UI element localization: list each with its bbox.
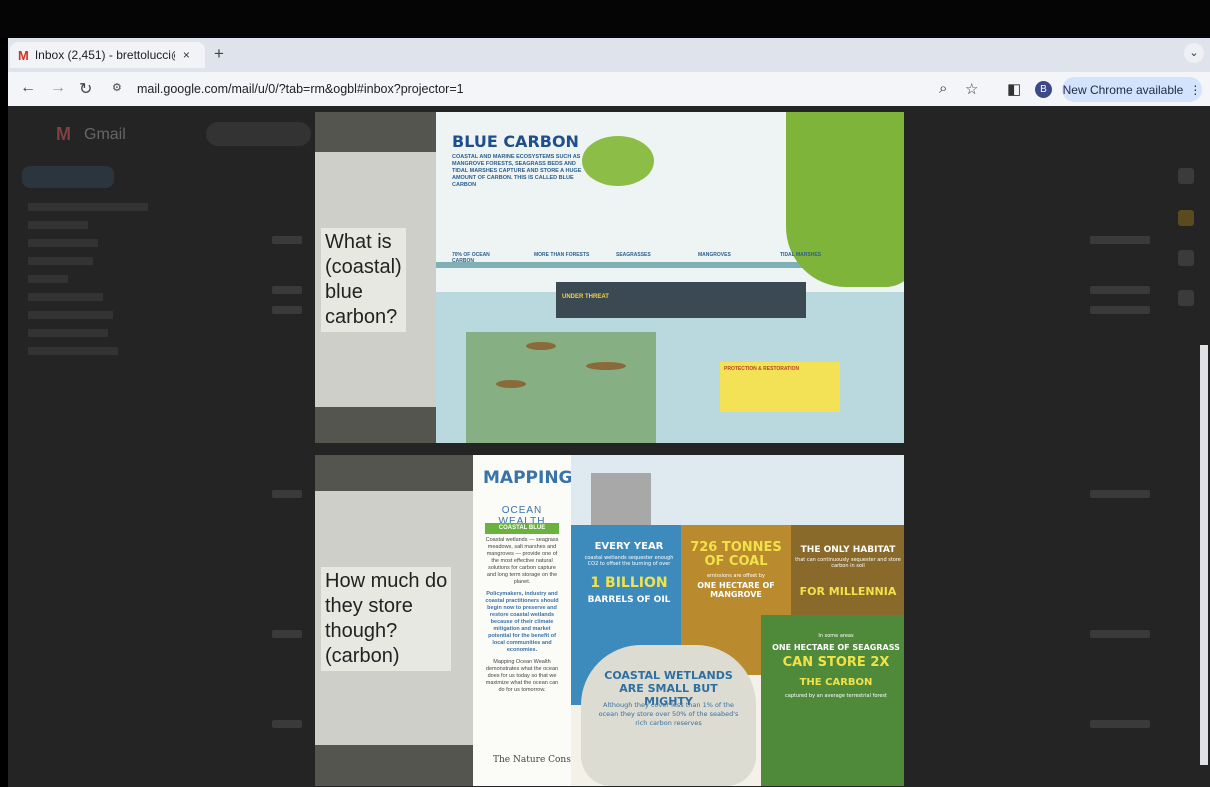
fact-seagrass: ONE HECTARE OF SEAGRASS [772, 643, 900, 652]
protection-panel: PROTECTION & RESTORATION [720, 362, 840, 412]
tab-search-button[interactable]: ⌄ [1184, 43, 1204, 63]
gmail-logo-icon: M [56, 124, 71, 144]
mail-row-date [1090, 286, 1150, 294]
seagrass-illustration [466, 332, 656, 443]
carbon-facts-infographic: EVERY YEAR coastal wetlands sequester en… [571, 455, 904, 786]
mail-row-date [1090, 236, 1150, 244]
gmail-sidebar [28, 198, 148, 365]
site-settings-icon[interactable]: ⚙ [112, 81, 122, 94]
tab-close-icon[interactable]: × [183, 48, 190, 62]
tab-gmail-inbox[interactable]: M Inbox (2,451) - brettolucci@ × [10, 42, 205, 68]
fact-barrels: BARRELS OF OIL [587, 595, 671, 605]
fact-the-carbon: THE CARBON [799, 677, 873, 688]
gmail-wordmark: Gmail [84, 126, 126, 143]
mail-row-date [1090, 306, 1150, 314]
new-tab-button[interactable]: + [214, 44, 224, 64]
mail-row-date [1090, 490, 1150, 498]
profile-avatar[interactable]: B [1035, 81, 1052, 98]
fish-illustration [526, 342, 556, 350]
fact-only-habitat: THE ONLY HABITAT [800, 545, 896, 555]
mail-row-date [1090, 720, 1150, 728]
fish-illustration [496, 380, 526, 388]
zoom-icon[interactable]: ⌕ [939, 80, 947, 97]
fact-store-2x: CAN STORE 2X [782, 655, 890, 670]
mail-row [272, 306, 302, 314]
fact-some-areas: In some areas [818, 633, 854, 639]
compose-button [22, 166, 114, 188]
address-bar[interactable]: mail.google.com/mail/u/0/?tab=rm&ogbl#in… [137, 82, 464, 96]
gmail-favicon-icon: M [18, 47, 29, 63]
fact-offset: emissions are offset by [707, 573, 765, 579]
infographic-intro: COASTAL AND MARINE ECOSYSTEMS SUCH AS MA… [452, 154, 582, 188]
fact-hectare-mangrove: ONE HECTARE OF MANGROVE [697, 581, 775, 599]
fact-sequester: coastal wetlands sequester enough CO2 to… [584, 555, 674, 567]
forward-icon[interactable]: → [50, 79, 66, 97]
factory-illustration [591, 473, 651, 528]
mapping-title: MAPPING [483, 468, 573, 488]
slide-mapping-ocean-wealth: How much do they store though? (carbon) … [315, 455, 904, 786]
tab-title: Inbox (2,451) - brettolucci@ [34, 48, 175, 62]
tasks-icon [1178, 250, 1194, 266]
mapping-body: Coastal wetlands — seagrass meadows, sal… [485, 537, 559, 693]
slide2-question: How much do they store though? (carbon) [321, 567, 452, 671]
contacts-icon [1178, 290, 1194, 306]
fact-every-year: EVERY YEAR [594, 541, 664, 552]
side-panel-icon[interactable]: ◧ [1007, 80, 1021, 98]
fact-habitat-desc: that can continuously sequester and stor… [795, 557, 901, 569]
fact-cover: Although they cover less than 1% of the … [598, 701, 739, 727]
chrome-update-label: New Chrome available [1062, 82, 1184, 97]
slide1-question: What is (coastal) blue carbon? [321, 228, 406, 332]
keep-icon [1178, 210, 1194, 226]
under-threat-panel: UNDER THREAT [556, 282, 806, 318]
top-black-bar [0, 0, 1210, 38]
new-chrome-available-button[interactable]: New Chrome available ⋮ [1062, 77, 1202, 102]
slide-blue-carbon: What is (coastal) blue carbon? BLUE CARB… [315, 112, 904, 443]
mail-row [272, 490, 302, 498]
infographic-section-headings: 70% OF OCEAN CARBON MORE THAN FORESTS SE… [452, 252, 822, 264]
infographic-title: BLUE CARBON [452, 132, 579, 151]
back-icon[interactable]: ← [20, 79, 36, 97]
gmail-search-bar [206, 122, 311, 146]
reload-icon[interactable]: ↻ [79, 79, 92, 99]
blue-carbon-infographic: BLUE CARBON COASTAL AND MARINE ECOSYSTEM… [436, 112, 904, 443]
mail-row [272, 720, 302, 728]
fact-tonnes-coal: 726 TONNES OF COAL [690, 540, 782, 569]
mangrove-tree-small [582, 136, 654, 186]
mail-row-date [1090, 630, 1150, 638]
mail-row [272, 630, 302, 638]
more-menu-icon: ⋮ [1189, 82, 1202, 97]
coastal-blue-carbon-badge: COASTAL BLUE CARBON [485, 523, 559, 542]
fact-billion: 1 BILLION [590, 575, 668, 591]
mail-row [272, 286, 302, 294]
fact-forest: captured by an average terrestrial fores… [785, 693, 887, 699]
scrollbar[interactable] [1200, 345, 1208, 765]
fish-illustration [586, 362, 626, 370]
fact-millennia: FOR MILLENNIA [799, 585, 897, 598]
bookmark-star-icon[interactable]: ☆ [965, 80, 978, 98]
calendar-icon [1178, 168, 1194, 184]
mail-row [272, 236, 302, 244]
